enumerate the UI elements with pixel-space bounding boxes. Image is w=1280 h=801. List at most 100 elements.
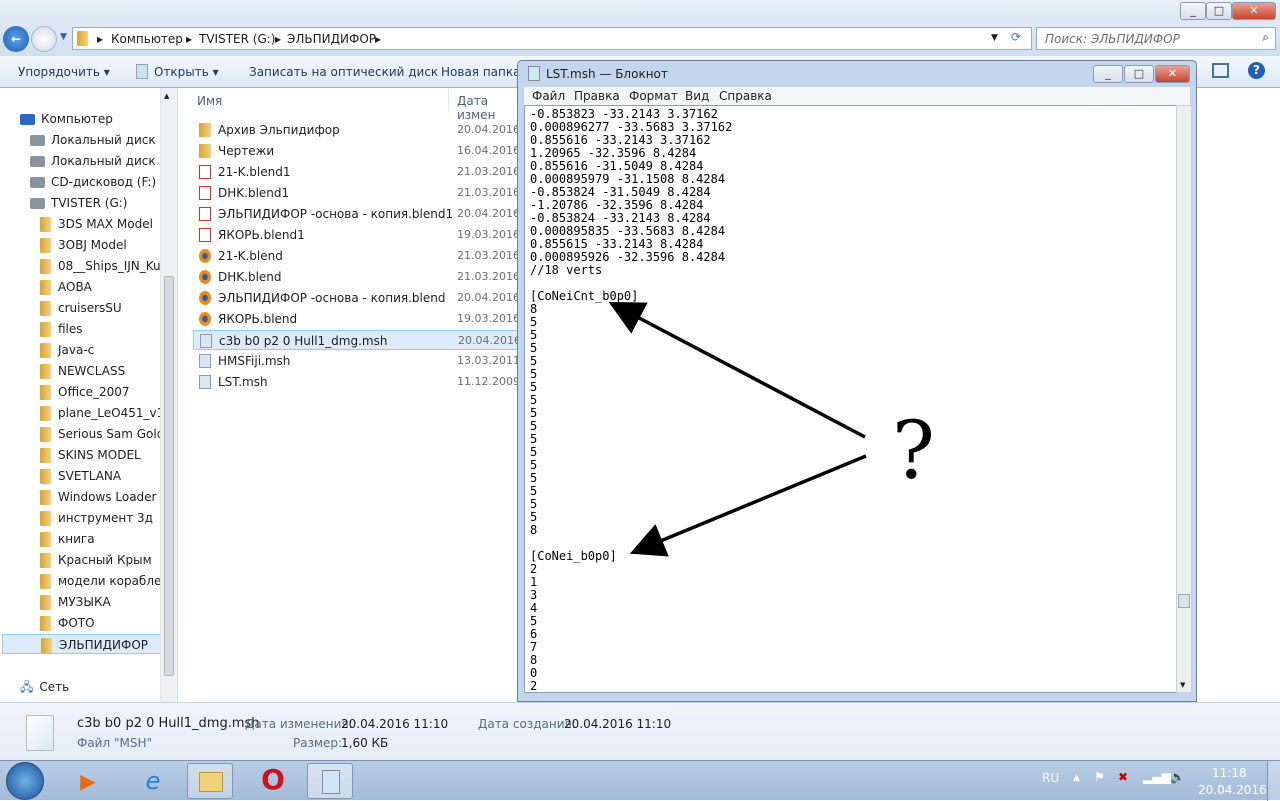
show-desktop-button[interactable]: [1267, 761, 1280, 801]
back-button[interactable]: ←: [3, 26, 29, 52]
menu-edit[interactable]: Правка: [574, 89, 620, 103]
scrollbar-thumb[interactable]: [164, 276, 174, 676]
nav-item[interactable]: AOBA: [40, 277, 92, 297]
file-row[interactable]: ЯКОРЬ.blend 19.03.2016: [193, 309, 520, 329]
nav-item[interactable]: Java-c: [40, 340, 94, 360]
opera-icon[interactable]: O: [250, 763, 296, 799]
folder-icon: [40, 595, 51, 610]
maximize-button[interactable]: □: [1206, 2, 1232, 20]
nav-network[interactable]: 🖧 Сеть: [20, 677, 69, 697]
file-row[interactable]: ЭЛЬПИДИФОР -основа - копия.blend1 20.04.2…: [193, 204, 520, 224]
notepad-scrollbar[interactable]: ▼: [1176, 105, 1192, 693]
blender-icon: [199, 291, 211, 305]
organize-button[interactable]: Упорядочить ▾: [18, 65, 110, 79]
nav-item[interactable]: Windows Loader 2: [40, 487, 168, 507]
scroll-up-icon[interactable]: ▲: [164, 92, 169, 100]
nav-item[interactable]: 3DS MAX Model: [40, 214, 153, 234]
nav-item[interactable]: инструмент 3д: [40, 508, 153, 528]
file-row[interactable]: LST.msh 11.12.2009: [193, 372, 520, 392]
menu-file[interactable]: Файл: [532, 89, 565, 103]
search-input[interactable]: Поиск: ЭЛЬПИДИФОР ⌕: [1036, 27, 1276, 50]
breadcrumb-computer[interactable]: Компьютер: [111, 32, 183, 46]
file-row[interactable]: Архив Эльпидифор 20.04.2016: [193, 120, 520, 140]
nav-item[interactable]: Serious Sam Gold E: [40, 424, 176, 444]
open-button[interactable]: Открыть ▾: [154, 65, 219, 79]
preview-pane-icon[interactable]: [1212, 63, 1229, 78]
file-row[interactable]: 21-K.blend1 21.03.2016: [193, 162, 520, 182]
nav-item[interactable]: TVISTER (G:): [30, 193, 127, 213]
history-dropdown-icon[interactable]: ▼: [60, 32, 67, 42]
close-button[interactable]: ✕: [1232, 2, 1276, 20]
nav-item[interactable]: ФОТО: [40, 613, 95, 633]
chevron-down-icon[interactable]: ▼: [991, 33, 998, 43]
clock-date[interactable]: 20.04.2016: [1198, 783, 1267, 797]
notepad-close-button[interactable]: ✕: [1155, 65, 1190, 83]
nav-item[interactable]: SVETLANA: [40, 466, 121, 486]
nav-item[interactable]: 08__Ships_IJN_Kum: [40, 256, 172, 276]
burn-button[interactable]: Записать на оптический диск: [249, 65, 438, 79]
breadcrumb-drive[interactable]: TVISTER (G:): [199, 32, 275, 46]
help-icon[interactable]: ?: [1248, 62, 1265, 79]
media-player-icon[interactable]: ▶: [65, 763, 111, 799]
file-name: c3b b0 p2 0 Hull1_dmg.msh: [219, 334, 388, 348]
file-date: 19.03.2016: [457, 312, 520, 325]
language-indicator[interactable]: RU: [1042, 771, 1059, 785]
file-row[interactable]: Чертежи 16.04.2016: [193, 141, 520, 161]
column-header-name[interactable]: Имя: [197, 94, 222, 108]
scrollbar-thumb[interactable]: [1178, 594, 1190, 608]
nav-item[interactable]: Локальный диск (C:): [30, 130, 181, 150]
folder-icon: [40, 553, 51, 568]
nav-item[interactable]: files: [40, 319, 83, 339]
nav-item[interactable]: Компьютер: [20, 109, 113, 129]
file-row[interactable]: c3b b0 p2 0 Hull1_dmg.msh 20.04.2016: [193, 330, 521, 350]
nav-item[interactable]: модели кораблей: [40, 571, 169, 591]
volume-icon[interactable]: 🔈: [1170, 770, 1185, 784]
nav-scrollbar[interactable]: ▲: [160, 88, 177, 702]
address-bar[interactable]: ▸ Компьютер ▸ TVISTER (G:) ▸ ЭЛЬПИДИФОР …: [72, 27, 1032, 50]
file-row[interactable]: ЯКОРЬ.blend1 19.03.2016: [193, 225, 520, 245]
forward-button[interactable]: [31, 26, 57, 52]
nav-item[interactable]: cruisersSU: [40, 298, 122, 318]
show-hidden-icons[interactable]: ▲: [1073, 773, 1080, 783]
file-row[interactable]: 21-K.blend 21.03.2016: [193, 246, 520, 266]
file-row[interactable]: HMSFiji.msh 13.03.2011: [193, 351, 520, 371]
menu-format[interactable]: Формат: [629, 89, 678, 103]
clock-time[interactable]: 11:18: [1212, 766, 1247, 780]
nav-item[interactable]: ЭЛЬПИДИФОР: [2, 634, 175, 654]
start-button[interactable]: [6, 762, 44, 800]
breadcrumb-folder[interactable]: ЭЛЬПИДИФОР: [287, 32, 376, 46]
action-center-flag-icon[interactable]: ⚑: [1094, 770, 1105, 784]
notepad-text-area[interactable]: -0.853823 -33.2143 3.37162 0.000896277 -…: [524, 105, 1177, 693]
nav-item[interactable]: NEWCLASS: [40, 361, 125, 381]
scroll-down-icon[interactable]: ▼: [1180, 681, 1185, 689]
usb-drive-icon: [30, 198, 45, 209]
nav-item[interactable]: plane_LeO451_v1.3: [40, 403, 176, 423]
menu-view[interactable]: Вид: [685, 89, 709, 103]
nav-item[interactable]: МУЗЫКА: [40, 592, 111, 612]
modified-date: 20.04.2016 11:10: [341, 717, 449, 731]
internet-explorer-icon[interactable]: e: [130, 763, 176, 799]
notepad-minimize-button[interactable]: _: [1093, 65, 1123, 83]
new-folder-button[interactable]: Новая папка: [441, 65, 520, 79]
search-icon: ⌕: [1262, 30, 1269, 44]
file-row[interactable]: DHK.blend1 21.03.2016: [193, 183, 520, 203]
power-disconnected-icon[interactable]: ✖: [1118, 770, 1128, 784]
network-signal-icon[interactable]: ▂▄▆: [1143, 770, 1171, 784]
file-row[interactable]: DHK.blend 21.03.2016: [193, 267, 520, 287]
nav-item[interactable]: Office_2007: [40, 382, 130, 402]
minimize-button[interactable]: _: [1180, 2, 1206, 20]
nav-item[interactable]: Красный Крым: [40, 550, 152, 570]
nav-item[interactable]: 3OBJ Model: [40, 235, 127, 255]
folder-icon: [40, 574, 51, 589]
blender-icon: [199, 249, 211, 263]
file-row[interactable]: ЭЛЬПИДИФОР -основа - копия.blend 20.04.20…: [193, 288, 520, 308]
column-header-date[interactable]: Дата измен: [457, 94, 517, 122]
refresh-icon[interactable]: ⟳: [1011, 30, 1021, 44]
notepad-maximize-button[interactable]: □: [1124, 65, 1154, 83]
explorer-icon[interactable]: [187, 763, 233, 799]
notepad-icon[interactable]: [307, 763, 353, 799]
nav-item[interactable]: CD-дисковод (F:): [30, 172, 156, 192]
nav-item[interactable]: книга: [40, 529, 95, 549]
menu-help[interactable]: Справка: [719, 89, 772, 103]
nav-item[interactable]: SKINS MODEL: [40, 445, 141, 465]
